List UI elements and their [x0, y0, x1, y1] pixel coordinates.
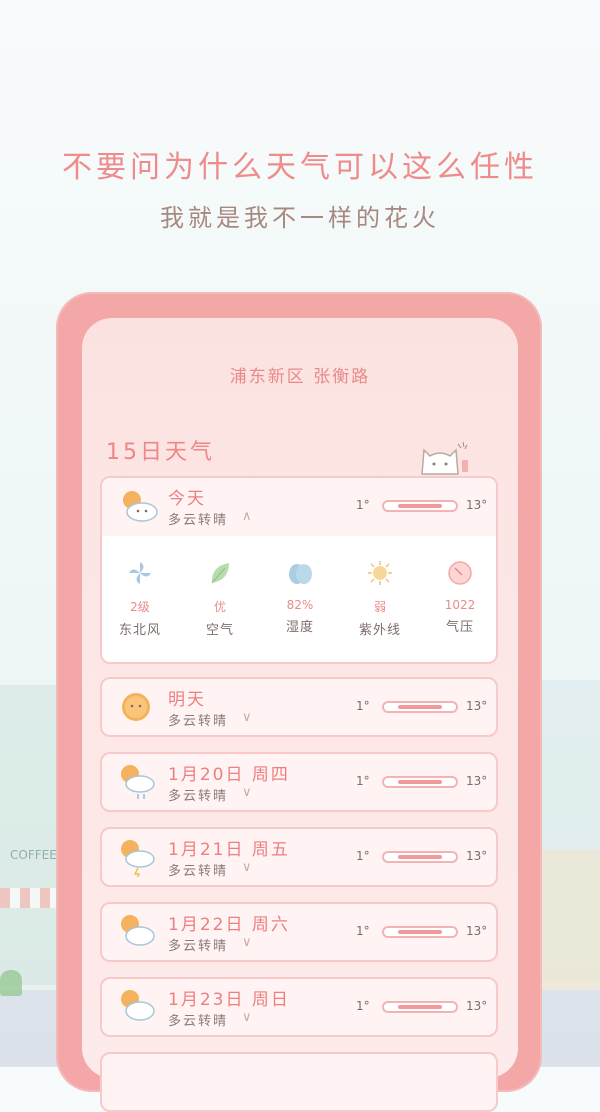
detail-value: 优 [213, 600, 226, 614]
building-left [0, 685, 60, 985]
forecast-row-partial[interactable] [100, 1052, 498, 1112]
temp-range-bar [382, 926, 458, 938]
temp-max: 13° [466, 924, 488, 938]
temp-max: 13° [466, 498, 488, 512]
detail-humidity: 82% 湿度 [268, 560, 332, 635]
forecast-row[interactable]: 1月22日 周六 多云转晴 ∨ 1° 13° [100, 902, 498, 962]
day-description: 多云转晴 [168, 939, 229, 954]
cat-mascot-icon [421, 441, 468, 475]
shop-awning [0, 888, 60, 908]
temp-min: 1° [356, 999, 370, 1013]
sun-cloud-icon [121, 990, 155, 1021]
today-details: 2级 东北风 优 空气 82% 湿度 弱 紫外线 1022 气压 [102, 538, 496, 662]
temp-max: 13° [466, 849, 488, 863]
temp-min: 1° [356, 924, 370, 938]
detail-label: 湿度 [285, 620, 314, 635]
chevron-down-icon[interactable]: ∨ [242, 935, 252, 950]
location-label[interactable]: 浦东新区 张衡路 [82, 362, 518, 387]
detail-value: 1022 [444, 598, 476, 612]
temp-max: 13° [466, 699, 488, 713]
detail-pressure: 1022 气压 [428, 560, 492, 635]
forecast-row[interactable]: 明天 多云转晴 ∨ 1° 13° [100, 677, 498, 737]
temp-min: 1° [356, 699, 370, 713]
forecast-row[interactable]: 1月20日 周四 多云转晴 ∨ 1° 13° [100, 752, 498, 812]
day-label: 明天 [168, 690, 206, 710]
sun-cloud-icon [121, 915, 155, 946]
headline-primary: 不要问为什么天气可以这么任性 [62, 150, 538, 185]
day-label: 1月22日 周六 [168, 915, 290, 935]
temp-max: 13° [466, 999, 488, 1013]
detail-label: 气压 [445, 620, 474, 635]
temp-min: 1° [356, 498, 370, 512]
detail-air: 优 空气 [188, 560, 252, 638]
forecast-title: 15日天气 [106, 440, 215, 465]
detail-label: 空气 [205, 623, 234, 638]
day-description: 多云转晴 [168, 864, 229, 879]
sun-icon [368, 561, 392, 585]
wind-pinwheel-icon [129, 562, 151, 584]
day-label: 1月21日 周五 [168, 840, 290, 860]
day-label: 今天 [168, 489, 206, 509]
temp-min: 1° [356, 774, 370, 788]
day-label: 1月23日 周日 [168, 990, 290, 1010]
detail-value: 2级 [130, 600, 150, 614]
chevron-down-icon[interactable]: ∨ [242, 860, 252, 875]
day-description: 多云转晴 [168, 1014, 229, 1029]
sun-cloud-icon [123, 491, 158, 522]
forecast-row[interactable]: 1月23日 周日 多云转晴 ∨ 1° 13° [100, 977, 498, 1037]
temp-range-bar [382, 500, 458, 512]
sun-cloud-rain-icon [121, 765, 155, 799]
forecast-row-today[interactable]: 今天 多云转晴 ∧ 1° 13° 2级 东北风 优 空气 82% 湿度 弱 紫外… [100, 476, 498, 664]
leaf-icon [211, 563, 229, 584]
day-description: 多云转晴 [168, 513, 229, 528]
chevron-down-icon[interactable]: ∨ [242, 785, 252, 800]
temp-range-bar [382, 701, 458, 713]
forecast-row[interactable]: 1月21日 周五 多云转晴 ∨ 1° 13° [100, 827, 498, 887]
detail-label: 东北风 [118, 623, 161, 638]
detail-value: 82% [286, 598, 314, 612]
temp-range-bar [382, 1001, 458, 1013]
day-description: 多云转晴 [168, 714, 229, 729]
temp-range-bar [382, 851, 458, 863]
sun-cloud-storm-icon [121, 840, 155, 877]
detail-value: 弱 [373, 600, 386, 614]
detail-uv: 弱 紫外线 [348, 560, 412, 638]
pressure-gauge-icon [448, 561, 472, 585]
headline-secondary: 我就是我不一样的花火 [160, 204, 440, 232]
today-header[interactable]: 今天 多云转晴 ∧ 1° 13° [102, 478, 496, 536]
chevron-down-icon[interactable]: ∨ [242, 710, 252, 725]
temp-range-bar [382, 776, 458, 788]
day-description: 多云转晴 [168, 789, 229, 804]
shop-right [540, 850, 600, 990]
chevron-down-icon[interactable]: ∨ [242, 1010, 252, 1025]
temp-max: 13° [466, 774, 488, 788]
detail-wind: 2级 东北风 [108, 560, 172, 638]
day-label: 1月20日 周四 [168, 765, 290, 785]
coffee-sign: COFFEE [10, 848, 57, 862]
plant-icon [0, 970, 22, 996]
water-drop-icon [289, 564, 312, 584]
sun-icon [122, 693, 150, 721]
chevron-up-icon[interactable]: ∧ [242, 509, 252, 524]
temp-min: 1° [356, 849, 370, 863]
detail-label: 紫外线 [358, 623, 401, 638]
